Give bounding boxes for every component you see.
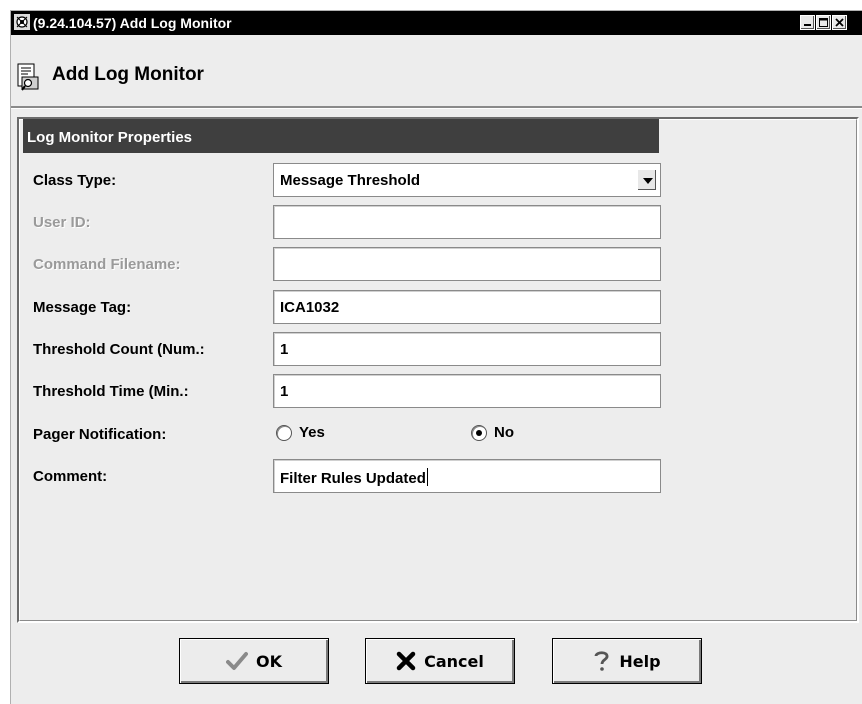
comment-label: Comment: — [33, 468, 108, 485]
pager-yes-radio[interactable]: Yes — [276, 424, 325, 441]
help-label: Help — [619, 651, 661, 671]
cancel-button[interactable]: Cancel — [365, 638, 515, 684]
radio-unchecked-icon[interactable] — [276, 424, 292, 441]
class-type-value: Message Threshold — [280, 172, 421, 189]
help-button[interactable]: Help — [552, 638, 702, 684]
command-filename-field[interactable] — [273, 247, 661, 281]
user-id-label: User ID: — [33, 214, 91, 231]
comment-field[interactable]: Filter Rules Updated — [273, 459, 661, 493]
pager-yes-label: Yes — [299, 424, 325, 441]
maximize-icon[interactable] — [816, 15, 831, 30]
log-monitor-icon — [17, 63, 39, 91]
threshold-count-field[interactable]: 1 — [273, 332, 661, 366]
message-tag-field[interactable]: ICA1032 — [273, 290, 661, 324]
pager-notification-label: Pager Notification: — [33, 426, 167, 443]
ok-label: OK — [256, 651, 282, 671]
minimize-icon[interactable] — [800, 15, 815, 30]
threshold-time-label: Threshold Time (Min.: — [33, 383, 189, 400]
text-caret — [426, 468, 428, 486]
dialog-heading: Add Log Monitor — [52, 64, 204, 85]
title-bar[interactable]: (9.24.104.57) Add Log Monitor — [11, 11, 862, 35]
threshold-time-field[interactable]: 1 — [273, 374, 661, 408]
cancel-label: Cancel — [424, 651, 484, 671]
x-icon — [396, 651, 416, 671]
question-icon — [593, 650, 611, 672]
message-tag-label: Message Tag: — [33, 299, 132, 316]
command-filename-label: Command Filename: — [33, 256, 181, 273]
ok-button[interactable]: OK — [179, 638, 329, 684]
checkmark-icon — [226, 651, 248, 671]
section-header: Log Monitor Properties — [23, 119, 659, 153]
close-icon[interactable] — [832, 15, 847, 30]
chevron-down-icon[interactable] — [637, 169, 657, 191]
dialog-window: (9.24.104.57) Add Log Monitor Add Log Mo… — [10, 10, 862, 704]
class-type-select[interactable]: Message Threshold — [273, 163, 661, 197]
user-id-field[interactable] — [273, 205, 661, 239]
dialog-header: Add Log Monitor — [11, 35, 862, 105]
threshold-count-label: Threshold Count (Num.: — [33, 341, 205, 358]
app-icon — [14, 14, 30, 30]
header-divider — [11, 106, 862, 109]
comment-value: Filter Rules Updated — [280, 470, 426, 487]
pager-no-label: No — [494, 424, 514, 441]
window-title: (9.24.104.57) Add Log Monitor — [33, 15, 232, 31]
class-type-label: Class Type: — [33, 172, 117, 189]
radio-checked-icon[interactable] — [471, 424, 487, 441]
pager-no-radio[interactable]: No — [471, 424, 514, 441]
